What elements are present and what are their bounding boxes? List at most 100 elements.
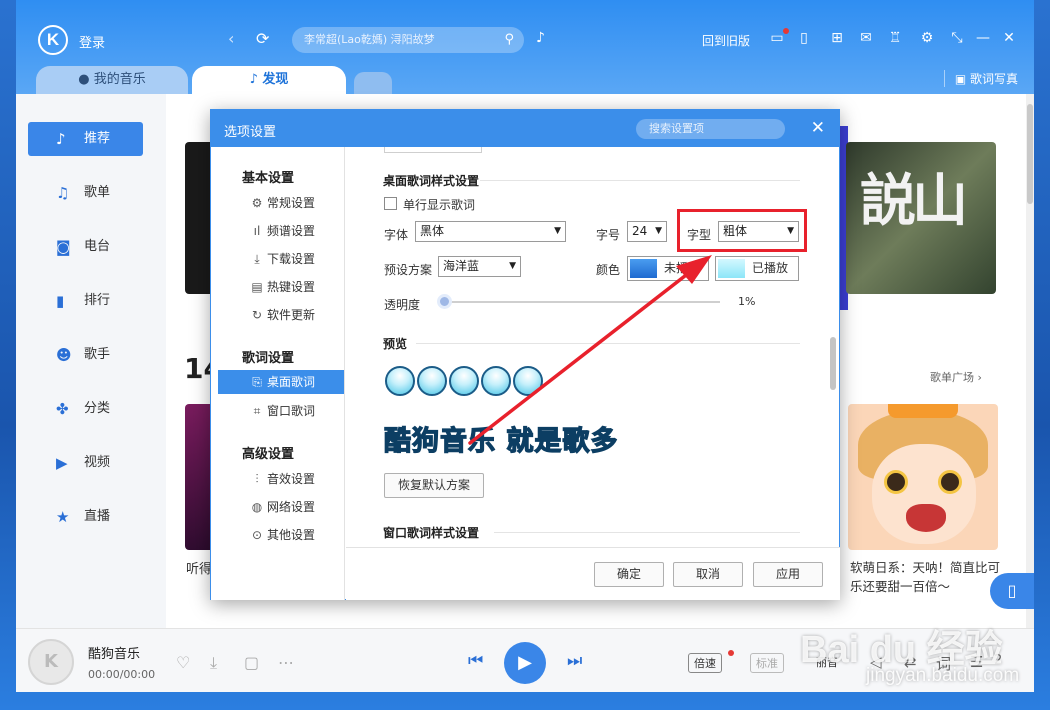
download-icon[interactable]: ⤓ — [210, 653, 217, 673]
tab-my-music[interactable]: ● 我的音乐 — [36, 66, 188, 96]
size-select[interactable]: 24 ▼ — [627, 221, 667, 242]
font-select[interactable]: 黑体 ▼ — [415, 221, 566, 242]
old-version-link[interactable]: 回到旧版 — [702, 32, 750, 49]
nav-item-network[interactable]: ◍ 网络设置 — [218, 495, 344, 519]
sidebar-item-chart[interactable]: ▮ 排行 — [28, 284, 143, 318]
phone-icon[interactable]: ▯ — [795, 30, 813, 46]
more-icon[interactable]: ⋯ — [278, 653, 294, 672]
single-line-checkbox[interactable] — [384, 197, 397, 210]
sidebar-item-label: 电台 — [84, 239, 111, 254]
preset-select[interactable]: 海洋蓝 ▼ — [438, 256, 521, 277]
minimize-icon[interactable]: — — [974, 30, 992, 46]
nav-item-spectrum[interactable]: ıl 频谱设置 — [218, 219, 344, 243]
options-dialog: 选项设置 搜索设置项 ✕ 基本设置 ⚙ 常规设置 ıl 频谱设置 ⤓ 下载设置 ▤ 热键… — [210, 109, 840, 600]
apps-grid-icon[interactable]: ⊞ — [828, 30, 846, 46]
voice-search-icon[interactable]: ♪ — [536, 30, 545, 46]
music-note-icon: ♪ — [56, 130, 66, 148]
search-input[interactable]: 李常超(Lao乾媽) 浔阳故梦 ⚲ — [292, 27, 524, 53]
opacity-slider-track[interactable] — [445, 301, 720, 303]
speed-button[interactable]: 倍速 — [688, 653, 722, 673]
globe-icon: ◍ — [251, 500, 263, 514]
playlist-cover[interactable] — [848, 404, 998, 550]
cover-art — [884, 470, 908, 494]
sidebar-item-radio[interactable]: ◙ 电台 — [28, 230, 143, 264]
dialog-header: 选项设置 搜索设置项 ✕ — [211, 110, 839, 147]
sidebar-item-category[interactable]: ✤ 分类 — [28, 392, 143, 426]
nav-item-window-lyrics[interactable]: ⌗ 窗口歌词 — [218, 399, 344, 423]
apply-button[interactable]: 应用 — [753, 562, 823, 587]
sidebar-item-live[interactable]: ★ 直播 — [28, 500, 143, 534]
sidebar-item-video[interactable]: ▶ 视频 — [28, 446, 143, 480]
sidebar-item-label: 歌单 — [84, 185, 111, 200]
heart-icon[interactable]: ♡ — [176, 653, 190, 672]
sidebar-item-playlist[interactable]: ♫ 歌单 — [28, 176, 143, 210]
nav-item-update[interactable]: ↻ 软件更新 — [218, 303, 344, 327]
nav-item-desktop-lyrics[interactable]: ⎘ 桌面歌词 — [218, 370, 344, 394]
sidebar-item-singer[interactable]: ☻ 歌手 — [28, 338, 143, 372]
nav-group-lyrics: 歌词设置 — [242, 351, 295, 366]
next-track-icon[interactable]: ⏭ — [567, 651, 582, 671]
mini-mode-icon[interactable]: ⤡ — [948, 30, 966, 46]
sidebar: ♪ 推荐 ♫ 歌单 ◙ 电台 ▮ 排行 ☻ 歌手 ✤ 分类 ▶ 视频 ★ 直播 — [16, 94, 166, 628]
cancel-button[interactable]: 取消 — [673, 562, 743, 587]
comment-icon[interactable]: ▢ — [244, 653, 259, 672]
playlist-title[interactable]: 软萌日系：天呐！简直比可乐还要甜一百倍～ — [850, 558, 1000, 596]
back-arrow-icon[interactable]: ‹ — [228, 29, 234, 48]
nav-item-label: 软件更新 — [267, 308, 316, 322]
lyrics-preview-text: 酷狗音乐 就是歌多 — [383, 425, 619, 457]
quality-button[interactable]: 标准 — [750, 653, 784, 673]
nav-item-other[interactable]: ⊙ 其他设置 — [218, 523, 344, 547]
search-icon[interactable]: ⚲ — [504, 27, 514, 53]
banner-image[interactable]: 説山 — [846, 142, 996, 294]
nav-item-general[interactable]: ⚙ 常规设置 — [218, 191, 344, 215]
cover-art — [906, 504, 946, 532]
kugou-logo-icon[interactable]: K — [38, 25, 68, 55]
opacity-label: 透明度 — [384, 298, 421, 312]
banner-artwork: 説山 — [860, 169, 968, 234]
close-window-icon[interactable]: ✕ — [1000, 30, 1018, 46]
settings-search-input[interactable]: 搜索设置项 — [636, 119, 785, 139]
restore-default-button[interactable]: 恢复默认方案 — [384, 473, 484, 498]
lyrics-photo-link[interactable]: ▣ 歌词写真 — [943, 70, 1018, 87]
lyric-bubble-icon — [449, 366, 479, 396]
tab-discover[interactable]: ♪ 发现 — [192, 66, 346, 96]
play-button[interactable]: ▶ — [504, 642, 546, 684]
spectrum-icon: ıl — [253, 224, 261, 238]
opacity-slider-knob[interactable] — [437, 294, 452, 309]
skin-icon[interactable]: ♖ — [886, 30, 904, 46]
single-line-label: 单行显示歌词 — [403, 198, 476, 212]
ok-button[interactable]: 确定 — [594, 562, 664, 587]
nav-item-sound-effect[interactable]: ⫶ 音效设置 — [218, 467, 344, 491]
mail-icon[interactable]: ✉ — [857, 30, 875, 46]
phone-icon: ▯ — [1007, 581, 1017, 600]
played-color-button[interactable]: 已播放 — [715, 256, 799, 281]
refresh-icon[interactable]: ⟳ — [256, 29, 269, 48]
album-disc[interactable]: K — [28, 639, 74, 685]
unplayed-color-button[interactable]: 未播放 — [627, 256, 709, 281]
previous-track-icon[interactable]: ⏮ — [468, 651, 483, 671]
previous-button-fragment[interactable] — [384, 147, 482, 153]
song-time: 00:00/00:00 — [88, 668, 156, 681]
settings-gear-icon[interactable]: ⚙ — [918, 30, 936, 46]
mobile-float-button[interactable]: ▯ — [990, 573, 1034, 609]
sidebar-item-recommend[interactable]: ♪ 推荐 — [28, 122, 143, 156]
content-scroll-thumb[interactable] — [1027, 104, 1033, 204]
section-title-window-lyrics: 窗口歌词样式设置 — [383, 526, 480, 540]
tab-extra[interactable] — [354, 72, 392, 94]
settings-scrollbar[interactable] — [830, 337, 836, 390]
nav-item-hotkey[interactable]: ▤ 热键设置 — [218, 275, 344, 299]
user-icon: ● — [78, 72, 90, 87]
close-icon[interactable]: ✕ — [811, 118, 825, 138]
song-title[interactable]: 酷狗音乐 — [88, 643, 140, 662]
cover-art — [888, 404, 958, 418]
sidebar-item-label: 歌手 — [84, 347, 111, 362]
playlist-square-link[interactable]: 歌单广场 › — [930, 369, 982, 385]
lyric-bubble-icon — [481, 366, 511, 396]
nav-item-label: 常规设置 — [267, 196, 316, 210]
login-link[interactable]: 登录 — [79, 32, 105, 51]
nav-item-download[interactable]: ⤓ 下载设置 — [218, 247, 344, 271]
notification-dot — [728, 650, 734, 656]
playlist-title[interactable]: 听得 — [186, 558, 212, 577]
notification-dot — [783, 28, 789, 34]
font-select-value: 黑体 — [420, 224, 445, 238]
